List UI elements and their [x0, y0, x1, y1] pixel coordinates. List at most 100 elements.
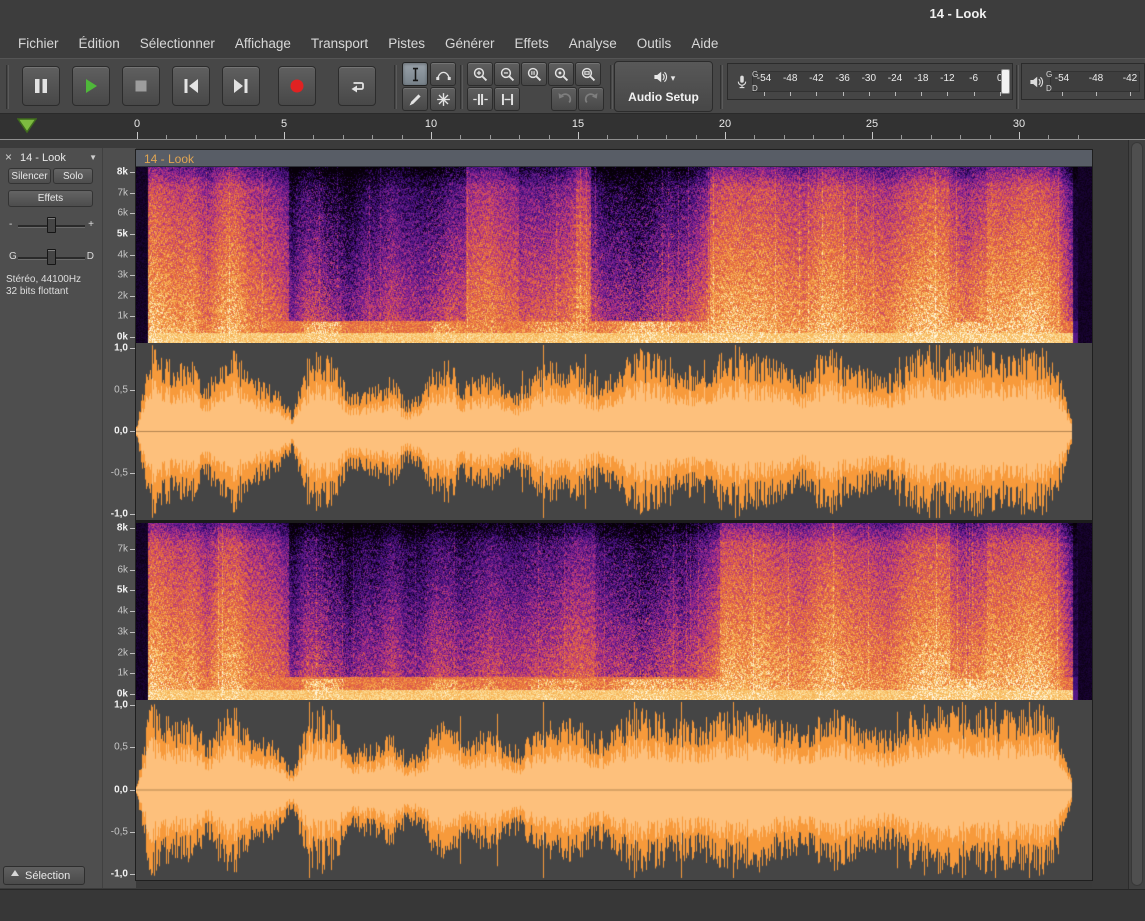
- timeline-tick: [990, 135, 991, 139]
- toolbar-grip[interactable]: [6, 65, 9, 109]
- toolbar-grip[interactable]: [720, 65, 723, 109]
- timeline-tick: [166, 135, 167, 139]
- zoom-toggle-icon: [553, 66, 570, 83]
- mute-button[interactable]: Silencer: [8, 168, 51, 184]
- selection-icon: [407, 66, 424, 83]
- menubar: FichierÉditionSélectionnerAffichageTrans…: [0, 28, 1145, 58]
- envelope-tool-button[interactable]: [430, 62, 456, 86]
- redo-icon: [583, 91, 600, 108]
- vertical-scrollbar-thumb[interactable]: [1131, 142, 1143, 886]
- titlebar[interactable]: 14 - Look: [0, 0, 1145, 28]
- timeline-tick: [901, 135, 902, 139]
- skip-to-start-button[interactable]: [172, 66, 210, 106]
- draw-icon: [407, 91, 424, 108]
- audio-setup-label: Audio Setup: [628, 90, 699, 104]
- pause-button[interactable]: [22, 66, 60, 106]
- menu-effets[interactable]: Effets: [504, 32, 558, 55]
- toolbar-grip[interactable]: [460, 65, 463, 109]
- record-button[interactable]: [278, 66, 316, 106]
- scale-label: 3k: [117, 626, 128, 637]
- menu-aide[interactable]: Aide: [681, 32, 728, 55]
- multi-tool-tool-button[interactable]: [430, 87, 456, 111]
- menu-affichage[interactable]: Affichage: [225, 32, 301, 55]
- track-title[interactable]: 14 - Look: [20, 152, 66, 164]
- waveform-right-channel[interactable]: [136, 700, 1092, 880]
- toolbar-grip[interactable]: [610, 65, 613, 109]
- redo-button[interactable]: [578, 87, 604, 111]
- menu-edition[interactable]: Édition: [69, 32, 130, 55]
- zoom-in-button[interactable]: [467, 62, 493, 86]
- microphone-icon: [734, 74, 750, 90]
- timeline-tick: [460, 135, 461, 139]
- timeline-tick: [490, 135, 491, 139]
- zoom-selection-icon: [526, 66, 543, 83]
- scale-label: 7k: [117, 187, 128, 198]
- timeline-tick: [372, 135, 373, 139]
- gain-slider-thumb[interactable]: [47, 217, 56, 233]
- spectrogram-left-channel[interactable]: [136, 167, 1092, 343]
- menu-transport[interactable]: Transport: [301, 32, 378, 55]
- recording-meter[interactable]: GD-54-48-42-36-30-24-18-12-60: [727, 63, 1013, 100]
- draw-tool-button[interactable]: [402, 87, 428, 111]
- track-close-button[interactable]: ×: [5, 151, 12, 164]
- menu-pistes[interactable]: Pistes: [378, 32, 435, 55]
- timeline-tick: [402, 135, 403, 139]
- audio-setup-button[interactable]: ▾ Audio Setup: [614, 61, 713, 112]
- meter-scale-label: -12: [940, 73, 954, 84]
- meter-tick: [1130, 92, 1131, 96]
- toolbar-grip[interactable]: [1016, 65, 1019, 109]
- zoom-fit-button[interactable]: [575, 62, 601, 86]
- audio-clip[interactable]: 14 - Look: [136, 150, 1092, 880]
- track-format-line2: 32 bits flottant: [6, 286, 81, 298]
- effects-button[interactable]: Effets: [8, 190, 93, 207]
- envelope-icon: [435, 66, 452, 83]
- clip-header[interactable]: 14 - Look: [136, 150, 1092, 167]
- vertical-scrollbar[interactable]: [1128, 140, 1145, 889]
- scale-label: 2k: [117, 647, 128, 658]
- scale-label: -0,5: [111, 467, 128, 478]
- scale-label: 5k: [117, 585, 128, 596]
- zoom-selection-button[interactable]: [521, 62, 547, 86]
- playback-meter[interactable]: GD-54-48-42-36-30-24-18-12-60: [1021, 63, 1145, 100]
- playhead-pin-icon[interactable]: [17, 118, 37, 134]
- meter-scale-label: -30: [862, 73, 876, 84]
- chevron-up-icon: [10, 869, 20, 882]
- timeline-label: 5: [281, 118, 287, 130]
- menu-fichier[interactable]: Fichier: [8, 32, 69, 55]
- pan-slider-thumb[interactable]: [47, 249, 56, 265]
- timeline-label: 25: [866, 118, 878, 130]
- trim-button[interactable]: [467, 87, 493, 111]
- zoom-out-button[interactable]: [494, 62, 520, 86]
- toolbar-grip[interactable]: [394, 65, 397, 109]
- vertical-scale-ruler[interactable]: 8k7k6k5k4k3k2k1k0k1,00,50,0-0,5-1,08k7k6…: [103, 148, 136, 888]
- scale-label: 0,0: [114, 784, 128, 795]
- gain-slider[interactable]: - +: [6, 212, 97, 238]
- menu-selectionner[interactable]: Sélectionner: [130, 32, 225, 55]
- timeline-ruler[interactable]: 051015202530: [0, 114, 1145, 140]
- trim-icon: [472, 91, 489, 108]
- waveform-left-channel[interactable]: [136, 343, 1092, 520]
- loop-button[interactable]: [338, 66, 376, 106]
- stop-button[interactable]: [122, 66, 160, 106]
- timeline-tick: [519, 135, 520, 139]
- menu-outils[interactable]: Outils: [627, 32, 682, 55]
- menu-analyse[interactable]: Analyse: [559, 32, 627, 55]
- meter-handle[interactable]: [1001, 69, 1010, 94]
- meter-tick: [1096, 92, 1097, 96]
- silence-button[interactable]: [494, 87, 520, 111]
- play-button[interactable]: [72, 66, 110, 106]
- pan-slider[interactable]: G D: [6, 244, 97, 270]
- selection-tool-button[interactable]: [402, 62, 428, 86]
- track-menu-button[interactable]: ▼: [89, 153, 97, 162]
- scale-label: 0,0: [114, 426, 128, 437]
- scale-label: 6k: [117, 564, 128, 575]
- solo-button[interactable]: Solo: [53, 168, 93, 184]
- skip-to-end-button[interactable]: [222, 66, 260, 106]
- menu-generer[interactable]: Générer: [435, 32, 505, 55]
- spectrogram-right-channel[interactable]: [136, 523, 1092, 700]
- record-icon: [287, 76, 307, 96]
- timeline-tick: [696, 135, 697, 139]
- zoom-toggle-button[interactable]: [548, 62, 574, 86]
- undo-button[interactable]: [551, 87, 577, 111]
- selection-toolbar-button[interactable]: Sélection: [3, 866, 85, 885]
